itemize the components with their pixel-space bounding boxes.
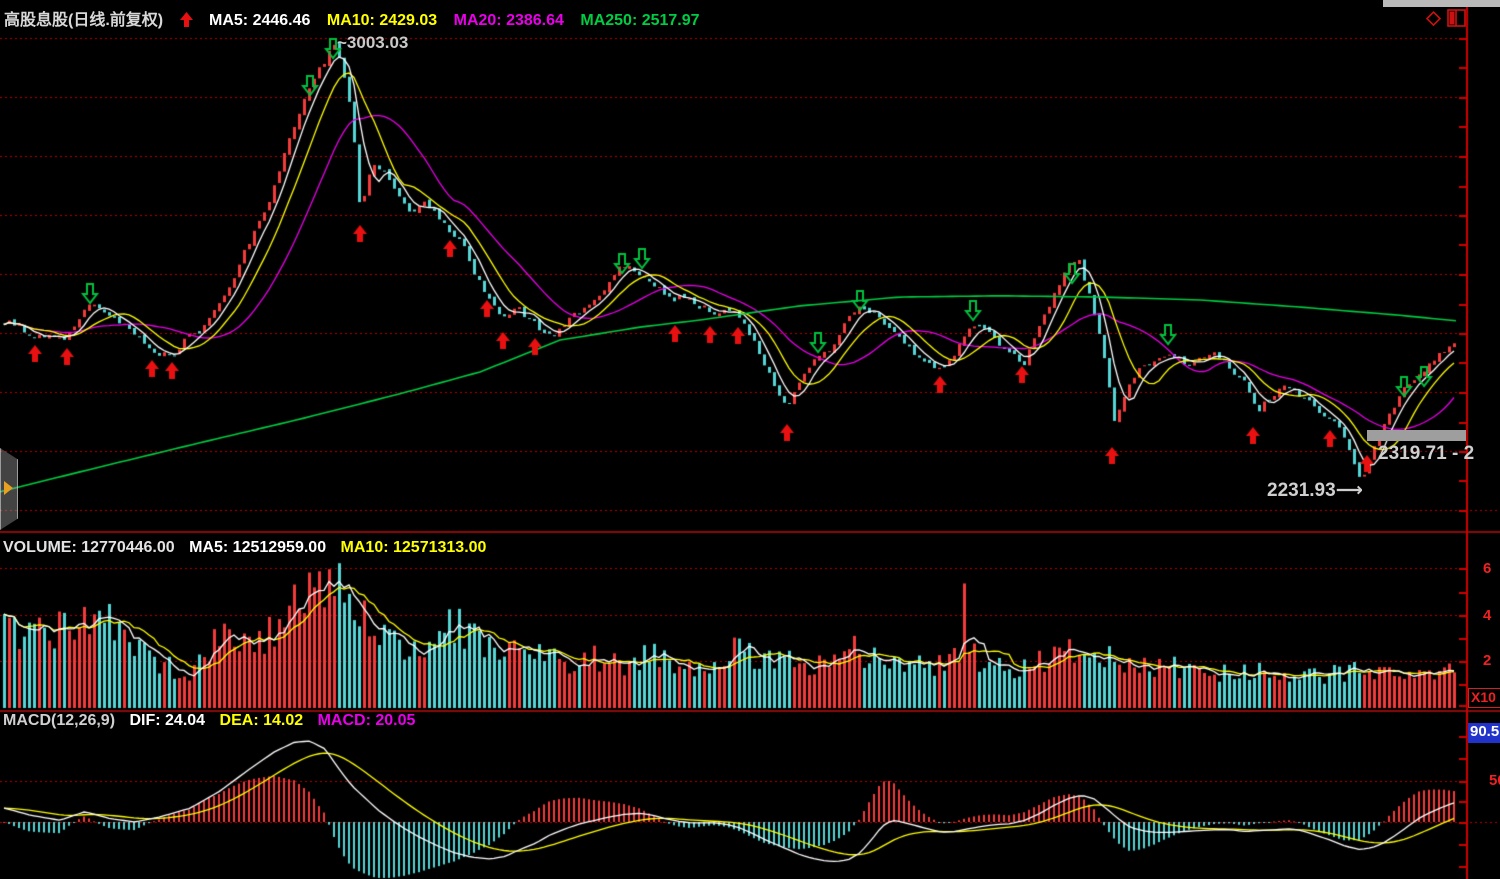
low-price-text: 2231.93 [1267,480,1336,501]
main-chart-header: 高股息股(日线.前复权) MA5: 2446.46 MA10: 2429.03 … [4,6,712,32]
dif-readout: DIF: 24.04 [129,712,205,729]
peak-price-annotation: ~3003.03 [337,33,408,53]
sidebar-flyout-handle[interactable] [0,448,18,530]
volume-readout: VOLUME: 12770446.00 [3,539,175,556]
instrument-title: 高股息股(日线.前复权) [4,12,163,29]
volume-unit-label: X10 [1468,688,1500,708]
last-price-tag-label: 2319.71 - 2 [1378,443,1474,465]
chart-canvas[interactable] [0,0,1500,879]
ma10-readout: MA10: 2429.03 [327,12,437,29]
macd-axis-label-50: 50 [1489,772,1500,789]
volume-ma10-readout: MA10: 12571313.00 [341,539,487,556]
macd-axis-highlight: 90.5 [1468,723,1500,743]
volume-ma5-readout: MA5: 12512959.00 [189,539,326,556]
volume-pane-header: VOLUME: 12770446.00 MA5: 12512959.00 MA1… [3,539,496,557]
volume-axis-label-4: 4 [1483,607,1491,624]
dea-readout: DEA: 14.02 [220,712,304,729]
arrow-right-icon: ⟶ [1336,480,1363,501]
split-window-icon[interactable] [1447,8,1467,33]
volume-axis-label-2: 2 [1483,652,1491,669]
low-price-annotation: 2231.93⟶ [1267,479,1363,502]
ma250-readout: MA250: 2517.97 [580,12,699,29]
ma5-readout: MA5: 2446.46 [209,12,310,29]
ma20-readout: MA20: 2386.64 [454,12,564,29]
macd-pane-header: MACD(12,26,9) DIF: 24.04 DEA: 14.02 MACD… [3,712,425,730]
volume-axis-label-6: 6 [1483,560,1491,577]
flyout-triangle-icon [4,481,13,495]
chart-window: 高股息股(日线.前复权) MA5: 2446.46 MA10: 2429.03 … [0,0,1500,879]
macd-title: MACD(12,26,9) [3,712,115,729]
last-price-tag-bar [1367,430,1466,441]
window-top-edge [1383,0,1500,7]
red-up-arrow-icon [180,12,193,32]
diamond-icon[interactable] [1424,9,1443,33]
macd-readout: MACD: 20.05 [318,712,416,729]
